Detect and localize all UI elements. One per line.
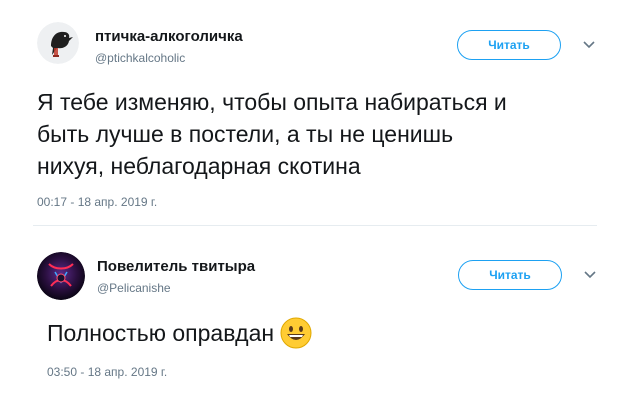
grinning-face-icon [280, 317, 312, 349]
display-name[interactable]: Повелитель твитыра [97, 258, 255, 275]
follow-button[interactable]: Читать [457, 30, 561, 60]
chevron-down-icon[interactable] [582, 38, 596, 52]
handle[interactable]: @Pelicanishe [97, 281, 171, 295]
timestamp[interactable]: 00:17 - 18 апр. 2019 г. [37, 195, 157, 209]
display-name[interactable]: птичка-алкоголичка [95, 28, 243, 45]
bird-avatar-icon [37, 22, 79, 64]
tweet-text-content: Полностью оправдан [47, 320, 275, 346]
tweet-text-line: нихуя, неблагодарная скотина [37, 153, 361, 179]
handle[interactable]: @ptichkalcoholic [95, 51, 185, 65]
tweet-text: Я тебе изменяю, чтобы опыта набираться и… [37, 86, 507, 182]
neon-avatar-icon [37, 252, 85, 300]
tweet-text-line: быть лучше в постели, а ты не ценишь [37, 121, 454, 147]
tweet-1: птичка-алкоголичка @ptichkalcoholic Чита… [0, 0, 635, 225]
timestamp[interactable]: 03:50 - 18 апр. 2019 г. [47, 365, 167, 379]
chevron-down-icon[interactable] [583, 268, 597, 282]
follow-button[interactable]: Читать [458, 260, 562, 290]
tweet-2: Повелитель твитыра @Pelicanishe Читать П… [0, 226, 635, 406]
tweet-text: Полностью оправдан [47, 317, 312, 351]
avatar[interactable] [37, 252, 85, 300]
tweet-text-line: Я тебе изменяю, чтобы опыта набираться и [37, 89, 507, 115]
avatar[interactable] [37, 22, 79, 64]
